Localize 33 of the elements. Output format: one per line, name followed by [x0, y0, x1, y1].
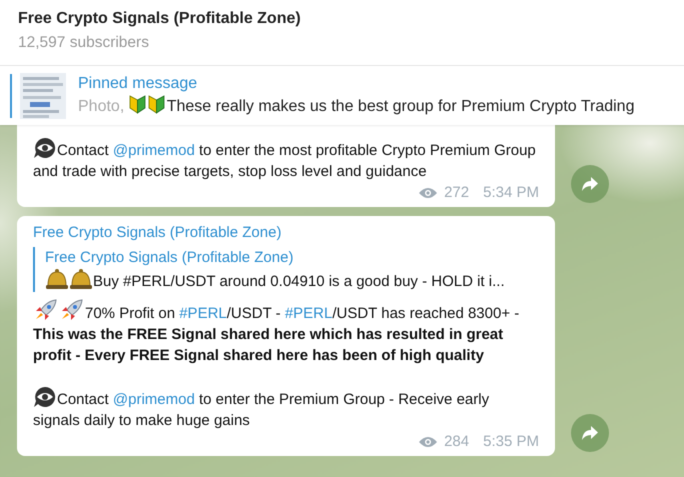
- quote-text: Buy #PERL/USDT around 0.04910 is a good buy - HOLD it i...: [45, 268, 505, 292]
- quote-author: Free Crypto Signals (Profitable Zone): [45, 248, 294, 268]
- bell-icon: [69, 268, 93, 290]
- share-arrow-icon: [581, 176, 599, 192]
- beginner-badge-icon: [128, 95, 146, 114]
- eye-speech-bubble-icon: [33, 137, 57, 159]
- link[interactable]: #PERL: [284, 305, 332, 322]
- pinned-preview[interactable]: Photo, These really makes us the best group for Premium Crypto Trading: [78, 95, 634, 116]
- link[interactable]: #PERL: [179, 305, 227, 322]
- views-icon: [418, 436, 438, 448]
- beginner-badge-icon: [148, 95, 165, 114]
- forward-button[interactable]: [571, 165, 609, 203]
- view-count: 284: [444, 432, 470, 452]
- pinned-label[interactable]: Pinned message: [78, 75, 198, 93]
- forward-button[interactable]: [571, 414, 609, 452]
- rocket-icon: [59, 298, 85, 322]
- message-text: 70% Profit on #PERL/USDT - #PERL/USDT has reached 8300+ - This was the FREE Signal shared here which has resulted in great profit - Every FREE Signal shared here has been of high quality: [33, 298, 539, 366]
- message-text: Contact @primemod to enter the Premium Group - Receive early signals daily to make huge gains: [33, 386, 539, 431]
- message-time: 5:35 PM: [483, 432, 539, 452]
- rocket-icon: [33, 298, 59, 322]
- subscriber-count: 12,597 subscribers: [18, 34, 149, 52]
- views-icon: [418, 186, 438, 198]
- link[interactable]: @primemod: [112, 142, 195, 159]
- channel-title: Free Crypto Signals (Profitable Zone): [18, 10, 301, 28]
- view-count: 272: [444, 183, 470, 203]
- bell-icon: [45, 268, 69, 290]
- share-arrow-icon: [581, 425, 599, 441]
- message-author[interactable]: Free Crypto Signals (Profitable Zone): [33, 222, 282, 243]
- link[interactable]: @primemod: [112, 391, 195, 408]
- reply-quote[interactable]: Free Crypto Signals (Profitable Zone) Buy #PERL/USDT around 0.04910 is a good buy - HOLD it i...: [33, 247, 539, 292]
- eye-speech-bubble-icon: [33, 386, 57, 408]
- message-time: 5:34 PM: [483, 183, 539, 203]
- message-text: Contact @primemod to enter the most profitable Crypto Premium Group and trade with precise targets, stop loss level and guidance: [33, 137, 539, 182]
